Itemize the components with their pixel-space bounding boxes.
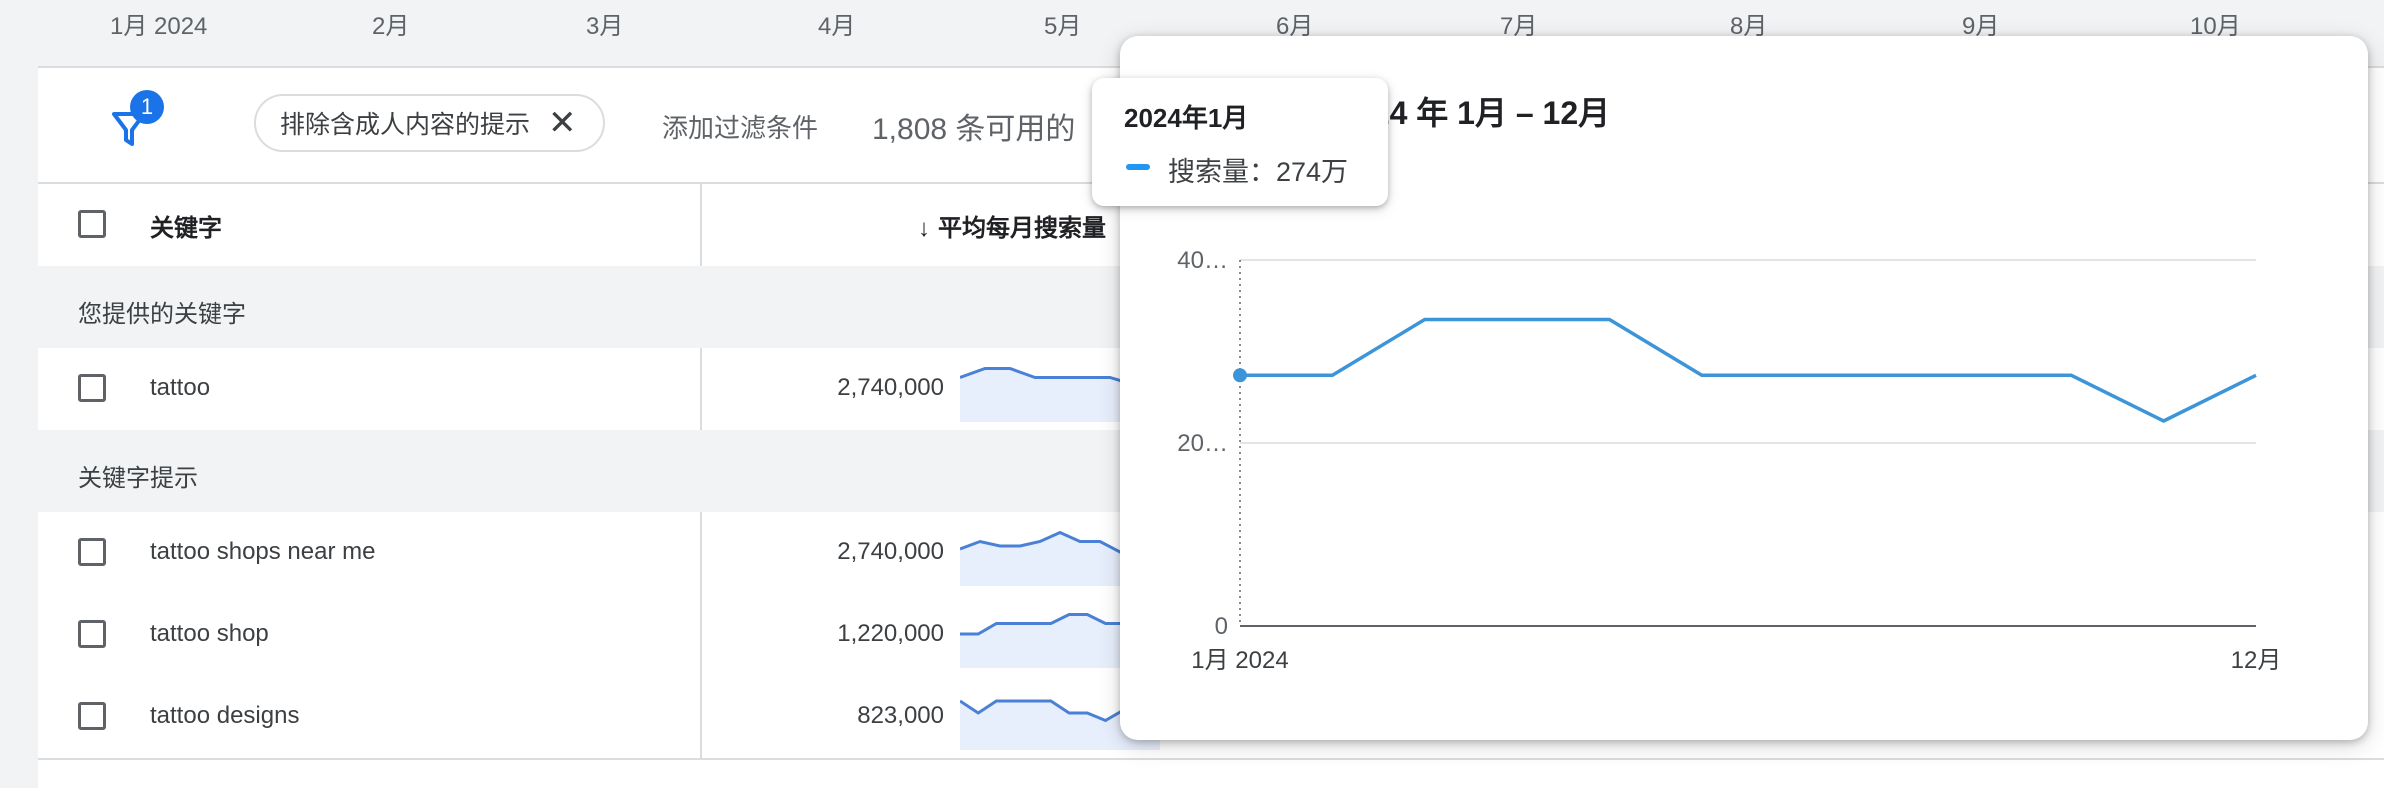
group-label: 您提供的关键字 xyxy=(78,301,246,328)
volume-cell: 1,220,000 xyxy=(837,620,944,647)
column-divider xyxy=(700,184,702,268)
filter-chip[interactable]: 排除含成人内容的提示 ✕ xyxy=(254,94,605,152)
column-header-keyword[interactable]: 关键字 xyxy=(150,208,222,243)
highlight-point xyxy=(1233,368,1247,383)
volume-cell: 2,740,000 xyxy=(837,538,944,565)
timeline-label: 5月 xyxy=(1044,13,1082,40)
column-header-volume[interactable]: ↓ 平均每月搜索量 xyxy=(918,208,1106,243)
row-checkbox[interactable] xyxy=(78,702,106,730)
timeline-label: 4月 xyxy=(818,13,856,40)
sort-arrow-down-icon: ↓ xyxy=(918,215,930,242)
row-checkbox[interactable] xyxy=(78,374,106,402)
keyword-cell: tattoo designs xyxy=(150,702,300,729)
keyword-cell: tattoo xyxy=(150,374,211,401)
column-divider xyxy=(700,594,702,676)
column-divider xyxy=(700,676,702,758)
column-divider xyxy=(700,512,702,594)
y-tick-label: 40… xyxy=(1177,247,1228,274)
add-filter-button[interactable]: 添加过滤条件 xyxy=(662,108,818,145)
volume-cell: 2,740,000 xyxy=(837,374,944,401)
available-count-text: 1,808 条可用的 xyxy=(872,113,1076,146)
y-tick-label: 20… xyxy=(1177,430,1228,457)
volume-cell: 823,000 xyxy=(857,702,944,729)
x-tick-label: 12月 xyxy=(2231,647,2282,674)
filter-chip-label: 排除含成人内容的提示 xyxy=(280,111,531,139)
group-label: 关键字提示 xyxy=(78,465,198,492)
column-header-volume-label: 平均每月搜索量 xyxy=(938,215,1106,242)
timeline-label: 3月 xyxy=(586,13,624,40)
timeline-label: 1月 2024 xyxy=(110,13,208,40)
tooltip-series-swatch xyxy=(1126,164,1150,170)
keyword-cell: tattoo shops near me xyxy=(150,538,376,565)
chart-tooltip: 2024年1月 搜索量：274万 xyxy=(1092,78,1388,206)
tooltip-value: 搜索量：274万 xyxy=(1168,157,1349,187)
keyword-cell: tattoo shop xyxy=(150,620,269,647)
tooltip-date: 2024年1月 xyxy=(1124,103,1249,133)
series-line xyxy=(1240,317,2257,423)
select-all-checkbox[interactable] xyxy=(78,210,106,238)
row-checkbox[interactable] xyxy=(78,538,106,566)
timeline-label: 2月 xyxy=(372,13,410,40)
filter-count-badge: 1 xyxy=(130,90,164,124)
timeline-axis: 1月 2024 2月 3月 4月 5月 6月 7月 8月 9月 10月 xyxy=(0,0,2384,40)
column-divider xyxy=(700,348,702,430)
row-checkbox[interactable] xyxy=(78,620,106,648)
y-tick-label: 0 xyxy=(1215,613,1228,640)
close-icon[interactable]: ✕ xyxy=(548,106,577,140)
x-tick-label: 1月 2024 xyxy=(1191,647,1288,674)
